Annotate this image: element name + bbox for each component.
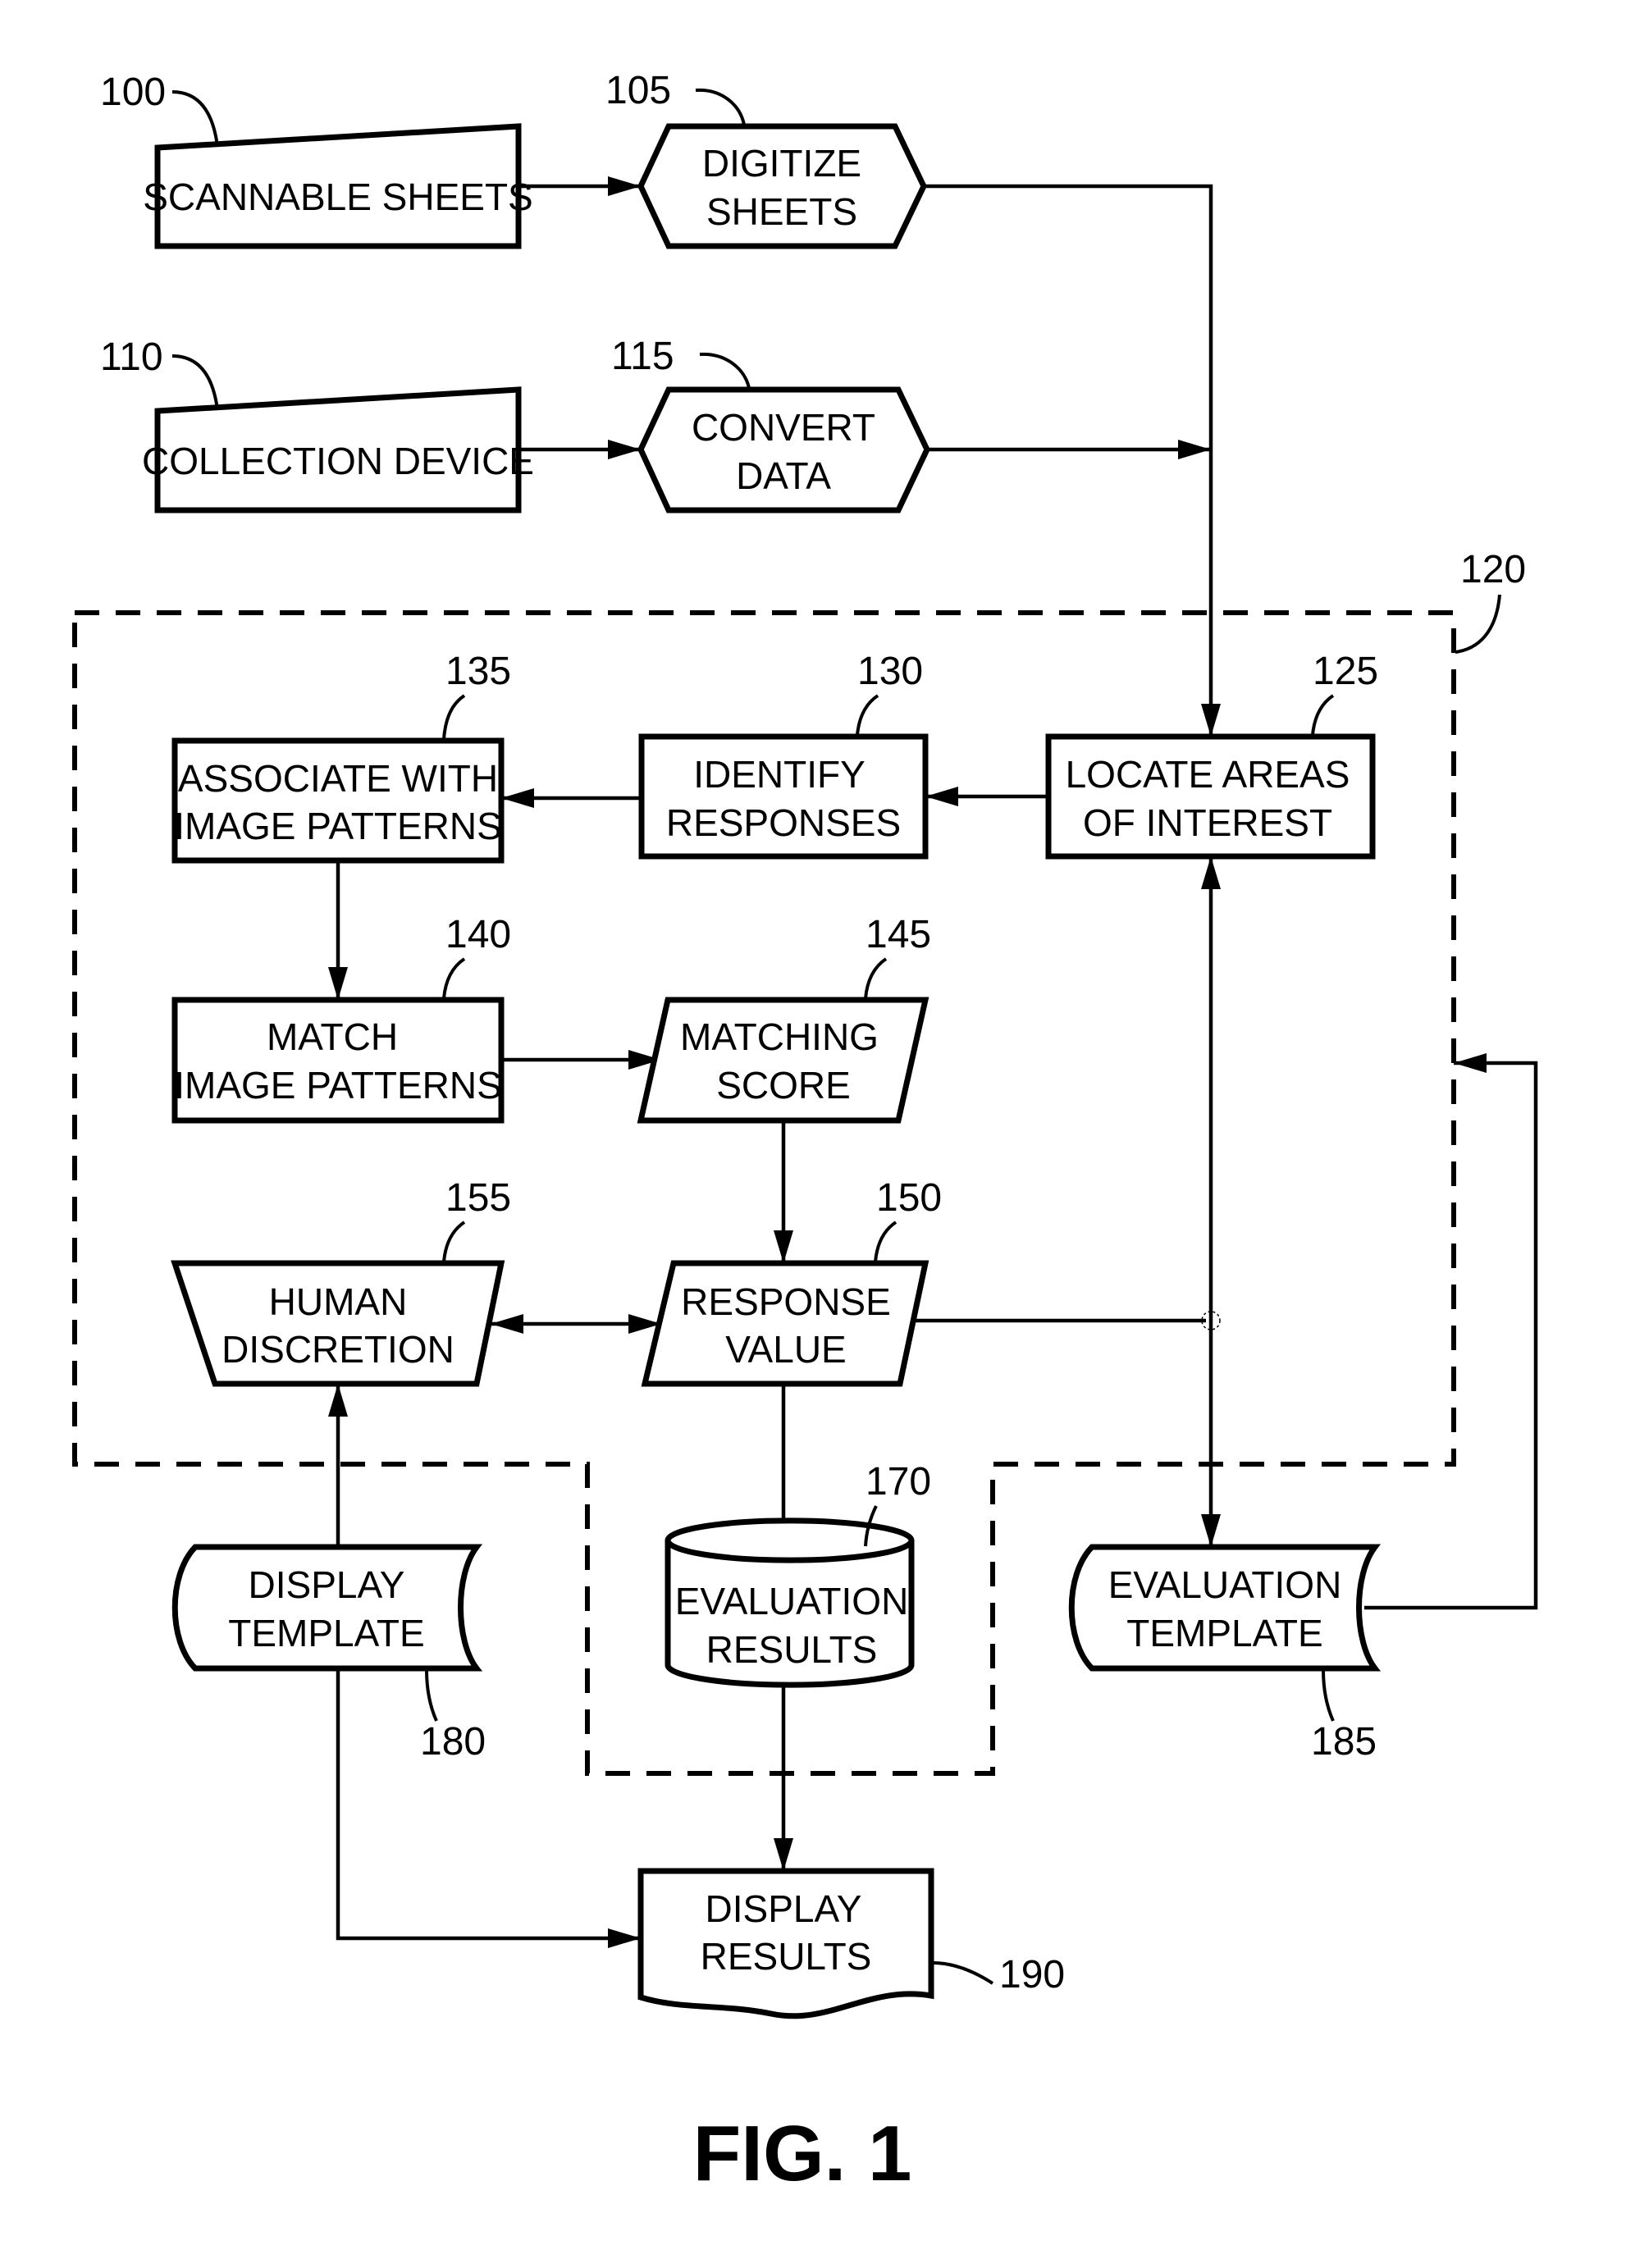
node-digitize-sheets[interactable]: DIGITIZE SHEETS xyxy=(637,123,927,249)
ref-190: 190 xyxy=(999,1953,1065,1996)
figure-caption: FIG. 1 xyxy=(693,2110,912,2197)
node-label-line2: RESPONSES xyxy=(666,801,901,844)
node-label-line1: EVALUATION xyxy=(1108,1563,1342,1606)
leader-120 xyxy=(1455,594,1501,654)
ref-125: 125 xyxy=(1313,650,1378,693)
leader-130 xyxy=(856,694,879,736)
ref-105: 105 xyxy=(605,69,671,112)
edge-185-120 xyxy=(1364,1053,1538,1610)
node-convert-data[interactable]: CONVERT DATA xyxy=(637,386,930,513)
ref-100: 100 xyxy=(100,71,166,114)
ref-110: 110 xyxy=(100,335,163,379)
ref-155: 155 xyxy=(445,1176,511,1220)
node-label-line2: SHEETS xyxy=(706,190,857,233)
node-label: COLLECTION DEVICE xyxy=(142,440,534,482)
node-evaluation-results[interactable]: EVALUATION RESULTS xyxy=(665,1517,915,1688)
node-label-line2: DISCRETION xyxy=(222,1328,454,1371)
node-matching-score[interactable]: MATCHING SCORE xyxy=(637,997,929,1124)
node-label-line1: DISPLAY xyxy=(706,1887,862,1930)
node-label-line2: SCORE xyxy=(716,1064,851,1107)
node-label-line2: RESULTS xyxy=(706,1628,878,1671)
leader-140 xyxy=(442,957,466,999)
ref-135: 135 xyxy=(445,650,511,693)
node-collection-device[interactable]: COLLECTION DEVICE xyxy=(142,386,534,513)
node-associate-patterns[interactable]: ASSOCIATE WITH IMAGE PATTERNS xyxy=(171,737,505,864)
node-label-line1: RESPONSE xyxy=(681,1280,891,1323)
leader-155 xyxy=(442,1221,466,1262)
leader-125 xyxy=(1311,694,1335,736)
node-label-line1: HUMAN xyxy=(269,1280,408,1323)
leader-105 xyxy=(695,88,746,125)
flowchart-diagram: 120 SCANNABLE SHEETS 100 DIGITIZE SHEETS… xyxy=(72,69,1538,2197)
leader-190 xyxy=(932,1961,994,1985)
node-scannable-sheets[interactable]: SCANNABLE SHEETS xyxy=(143,123,533,249)
ref-145: 145 xyxy=(866,913,931,956)
node-label-line1: CONVERT xyxy=(692,406,875,449)
node-display-results[interactable]: DISPLAY RESULTS xyxy=(637,1868,934,2019)
node-label-line1: IDENTIFY xyxy=(693,753,866,796)
node-label-line2: VALUE xyxy=(725,1328,846,1371)
node-label-line2: TEMPLATE xyxy=(228,1612,424,1654)
node-label-line2: TEMPLATE xyxy=(1126,1612,1322,1654)
leader-185 xyxy=(1322,1669,1335,1722)
node-label-line1: DISPLAY xyxy=(249,1563,405,1606)
leader-135 xyxy=(442,694,466,740)
leader-100 xyxy=(171,90,219,147)
node-human-discretion[interactable]: HUMAN DISCRETION xyxy=(171,1260,505,1387)
ref-180: 180 xyxy=(420,1720,486,1764)
edge-105-125 xyxy=(924,184,1221,737)
node-response-value[interactable]: RESPONSE VALUE xyxy=(641,1260,929,1387)
node-label-line1: LOCATE AREAS xyxy=(1066,753,1350,796)
node-match-patterns[interactable]: MATCH IMAGE PATTERNS xyxy=(171,997,505,1124)
node-label: SCANNABLE SHEETS xyxy=(143,176,532,218)
node-label-line1: EVALUATION xyxy=(675,1580,909,1622)
node-label-line1: MATCHING xyxy=(680,1015,879,1058)
node-label-line1: MATCH xyxy=(267,1015,398,1058)
node-locate-areas[interactable]: LOCATE AREAS OF INTEREST xyxy=(1045,733,1376,860)
leader-145 xyxy=(864,957,888,999)
node-evaluation-template[interactable]: EVALUATION TEMPLATE xyxy=(1068,1544,1382,1672)
edge-180-190 xyxy=(336,1668,641,1948)
ref-120: 120 xyxy=(1460,548,1526,591)
node-label-line1: DIGITIZE xyxy=(702,142,861,185)
node-display-template[interactable]: DISPLAY TEMPLATE xyxy=(171,1544,483,1672)
ref-115: 115 xyxy=(611,335,674,378)
node-label-line1: ASSOCIATE WITH xyxy=(178,757,498,800)
leader-110 xyxy=(171,354,219,410)
node-label-line2: DATA xyxy=(736,454,831,497)
node-label-line2: IMAGE PATTERNS xyxy=(174,805,502,847)
leader-115 xyxy=(699,352,751,389)
leader-180 xyxy=(425,1669,438,1722)
ref-185: 185 xyxy=(1311,1720,1377,1764)
ref-150: 150 xyxy=(876,1176,942,1220)
node-label-line2: OF INTEREST xyxy=(1083,801,1332,844)
node-identify-responses[interactable]: IDENTIFY RESPONSES xyxy=(638,733,929,860)
node-label-line2: IMAGE PATTERNS xyxy=(174,1064,502,1107)
ref-130: 130 xyxy=(857,650,923,693)
ref-170: 170 xyxy=(866,1460,931,1504)
node-label-line2: RESULTS xyxy=(701,1935,872,1978)
leader-150 xyxy=(874,1221,897,1262)
ref-140: 140 xyxy=(445,913,511,956)
